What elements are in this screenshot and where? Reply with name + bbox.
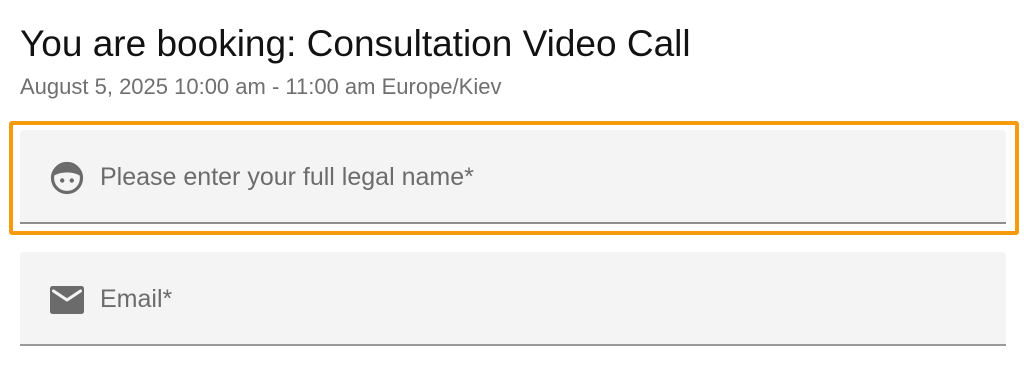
booking-page: You are booking: Consultation Video Call… <box>0 0 1024 366</box>
booking-datetime: August 5, 2025 10:00 am - 11:00 am Europ… <box>20 74 502 99</box>
page-title: You are booking: Consultation Video Call <box>20 23 691 64</box>
full-name-field[interactable] <box>20 130 1006 224</box>
face-icon <box>50 161 84 195</box>
full-name-input[interactable] <box>100 130 980 224</box>
mail-icon <box>50 283 84 317</box>
email-field[interactable] <box>20 252 1006 346</box>
email-input[interactable] <box>100 252 980 346</box>
